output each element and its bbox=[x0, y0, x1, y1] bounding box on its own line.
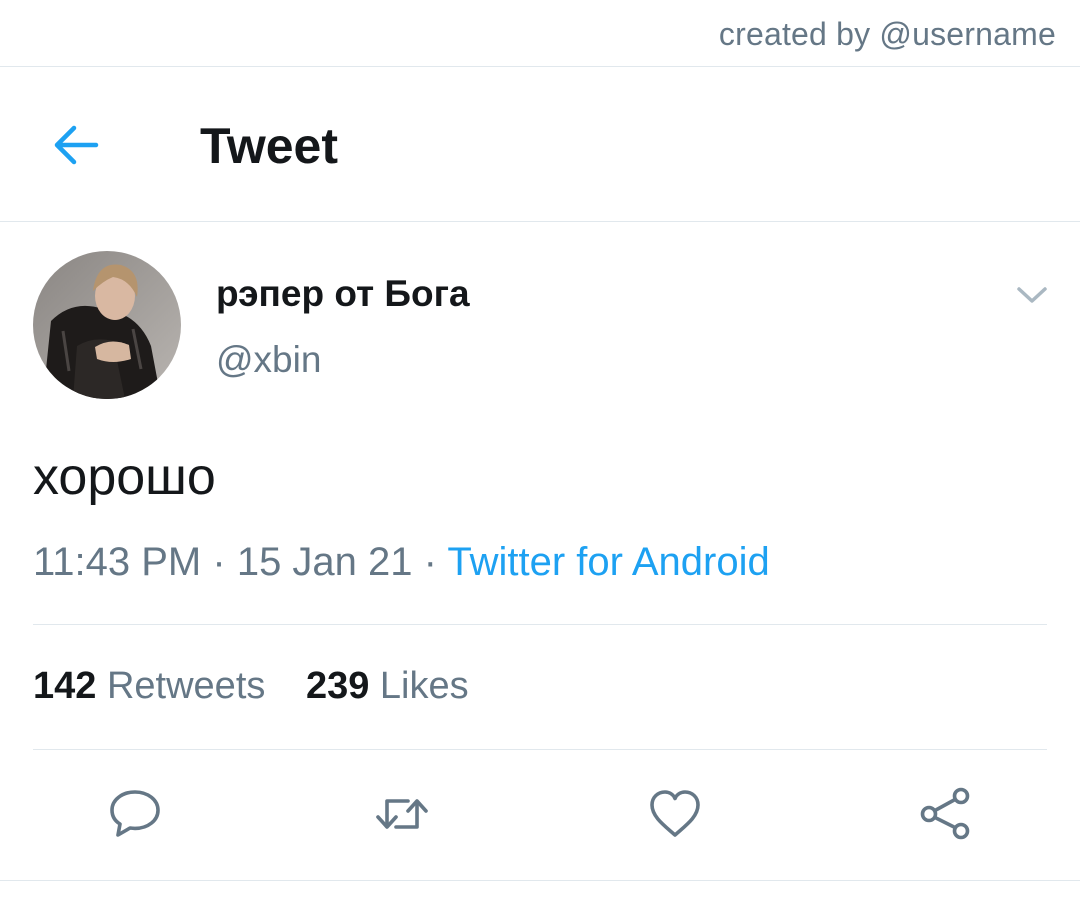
share-button[interactable] bbox=[917, 786, 973, 842]
share-icon bbox=[920, 787, 970, 840]
likes-count: 239 bbox=[305, 665, 370, 707]
tweet-options-button[interactable] bbox=[1008, 274, 1056, 314]
meta-separator: · bbox=[423, 540, 437, 584]
likes-label: Likes bbox=[379, 665, 469, 707]
credit-text: created by @username bbox=[718, 16, 1056, 52]
retweets-label: Retweets bbox=[106, 665, 266, 707]
tweet-meta: 11:43 PM · 15 Jan 21 · Twitter for Andro… bbox=[33, 540, 770, 585]
tweet-stats: 142 Retweets 239 Likes bbox=[33, 665, 469, 708]
tweet-time: 11:43 PM bbox=[33, 540, 202, 584]
meta-separator: · bbox=[212, 540, 226, 584]
divider bbox=[33, 749, 1047, 750]
heart-icon bbox=[650, 790, 700, 837]
speech-bubble-icon bbox=[110, 790, 160, 837]
tweet-date: 15 Jan 21 bbox=[236, 540, 413, 584]
like-button[interactable] bbox=[647, 786, 703, 842]
retweet-icon bbox=[376, 799, 428, 829]
author-handle[interactable]: @xbin bbox=[216, 339, 321, 381]
avatar[interactable] bbox=[33, 251, 181, 399]
author-display-name[interactable]: рэпер от Бога bbox=[216, 273, 470, 315]
tweet-source-link[interactable]: Twitter for Android bbox=[447, 540, 769, 584]
likes-stat[interactable]: 239 Likes bbox=[306, 665, 469, 708]
retweets-stat[interactable]: 142 Retweets bbox=[33, 665, 265, 708]
retweets-count: 142 bbox=[33, 665, 97, 707]
chevron-down-icon bbox=[1017, 287, 1047, 303]
arrow-left-icon bbox=[54, 125, 99, 165]
page-header: Tweet bbox=[0, 67, 1080, 222]
retweet-button[interactable] bbox=[374, 786, 430, 842]
tweet-text: хорошо bbox=[33, 448, 216, 506]
divider bbox=[33, 624, 1047, 625]
back-button[interactable] bbox=[40, 115, 116, 175]
reply-button[interactable] bbox=[107, 786, 163, 842]
divider bbox=[0, 880, 1080, 881]
page-title: Tweet bbox=[200, 118, 338, 174]
credit-bar: created by @username bbox=[0, 0, 1080, 67]
